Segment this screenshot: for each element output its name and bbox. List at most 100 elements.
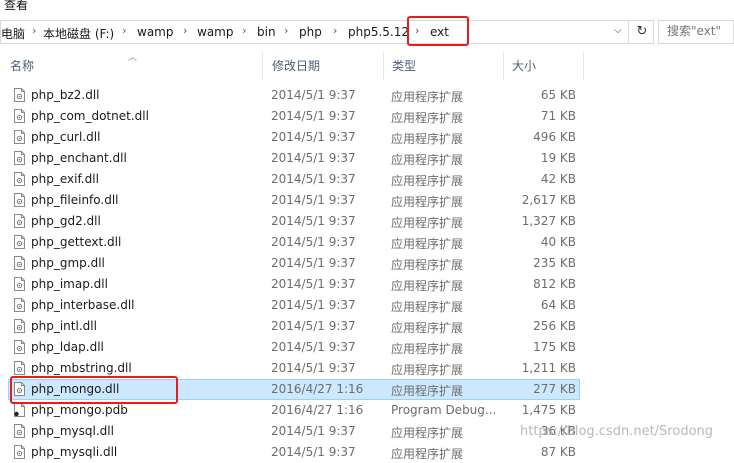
file-date: 2014/5/1 9:37 xyxy=(271,172,356,186)
file-size: 19 KB xyxy=(540,151,576,165)
file-size: 40 KB xyxy=(540,235,576,249)
file-row[interactable]: php_gmp.dll 2014/5/1 9:37 应用程序扩展 235 KB xyxy=(0,253,600,274)
file-size: 65 KB xyxy=(540,88,576,102)
file-size: 64 KB xyxy=(540,298,576,312)
file-name: php_ldap.dll xyxy=(31,340,104,354)
file-name: php_mysqli.dll xyxy=(31,445,118,459)
file-date: 2014/5/1 9:37 xyxy=(271,298,356,312)
file-name: php_imap.dll xyxy=(31,277,108,291)
file-type: 应用程序扩展 xyxy=(391,153,464,167)
file-size: 496 KB xyxy=(533,130,576,144)
file-type: 应用程序扩展 xyxy=(391,300,464,314)
file-size: 42 KB xyxy=(540,172,576,186)
chevron-down-icon[interactable]: ⌵ xyxy=(614,25,622,36)
file-size: 87 KB xyxy=(540,445,576,459)
file-date: 2014/5/1 9:37 xyxy=(271,277,356,291)
breadcrumb-wamp-inner[interactable]: wamp xyxy=(197,25,233,39)
file-type: Program Debug... xyxy=(391,403,497,417)
file-row[interactable]: php_mysql.dll 2014/5/1 9:37 应用程序扩展 36 KB xyxy=(0,421,600,442)
search-box[interactable] xyxy=(658,20,734,44)
menu-view[interactable]: 查看 xyxy=(4,0,28,13)
refresh-icon[interactable]: ↻ xyxy=(628,21,655,43)
file-date: 2014/5/1 9:37 xyxy=(271,214,356,228)
breadcrumb-separator[interactable]: › xyxy=(32,24,36,37)
address-bar[interactable]: 电脑 › 本地磁盘 (F:) › wamp › wamp › bin › php… xyxy=(0,20,654,44)
column-header-name[interactable]: 名称 xyxy=(0,52,262,80)
file-type: 应用程序扩展 xyxy=(391,90,464,104)
dll-file-icon xyxy=(14,424,25,438)
dll-file-icon xyxy=(14,109,25,123)
highlight-box-php-mongo xyxy=(10,376,178,404)
breadcrumb-separator[interactable]: › xyxy=(122,24,126,37)
file-date: 2014/5/1 9:37 xyxy=(271,193,356,207)
breadcrumb-bin[interactable]: bin xyxy=(257,25,276,39)
file-size: 71 KB xyxy=(540,109,576,123)
file-name: php_bz2.dll xyxy=(31,88,100,102)
file-row[interactable]: php_mysqli.dll 2014/5/1 9:37 应用程序扩展 87 KB xyxy=(0,442,600,463)
breadcrumb-separator[interactable]: › xyxy=(284,24,288,37)
file-row[interactable]: php_bz2.dll 2014/5/1 9:37 应用程序扩展 65 KB xyxy=(0,85,600,106)
dll-file-icon xyxy=(14,88,25,102)
file-row[interactable]: php_fileinfo.dll 2014/5/1 9:37 应用程序扩展 2,617… xyxy=(0,190,600,211)
file-date: 2014/5/1 9:37 xyxy=(271,88,356,102)
breadcrumb-separator[interactable]: › xyxy=(242,24,246,37)
file-name: php_gd2.dll xyxy=(31,214,101,228)
pdb-file-icon xyxy=(14,403,25,417)
search-input[interactable] xyxy=(659,21,734,41)
file-name: php_interbase.dll xyxy=(31,298,135,312)
file-name: php_com_dotnet.dll xyxy=(31,109,149,123)
file-size: 2,617 KB xyxy=(521,193,576,207)
file-type: 应用程序扩展 xyxy=(391,426,464,440)
dll-file-icon xyxy=(14,172,25,186)
breadcrumb-wamp[interactable]: wamp xyxy=(137,25,173,39)
file-name: php_mbstring.dll xyxy=(31,361,132,375)
file-size: 235 KB xyxy=(533,256,576,270)
breadcrumb-separator[interactable]: › xyxy=(333,24,337,37)
file-name: php_fileinfo.dll xyxy=(31,193,119,207)
breadcrumb-php5512[interactable]: php5.5.12 xyxy=(348,25,409,39)
highlight-box-ext xyxy=(407,16,469,46)
file-type: 应用程序扩展 xyxy=(391,447,464,461)
file-row[interactable]: php_intl.dll 2014/5/1 9:37 应用程序扩展 256 KB xyxy=(0,316,600,337)
file-size: 175 KB xyxy=(533,340,576,354)
watermark-text: https://blog.csdn.net/Srodong xyxy=(520,424,714,439)
column-divider[interactable] xyxy=(583,52,584,80)
file-type: 应用程序扩展 xyxy=(391,363,464,377)
file-row[interactable]: php_enchant.dll 2014/5/1 9:37 应用程序扩展 19 KB xyxy=(0,148,600,169)
column-header-type[interactable]: 类型 xyxy=(382,52,502,80)
file-name: php_curl.dll xyxy=(31,130,101,144)
file-name: php_mongo.pdb xyxy=(31,403,128,417)
file-type: 应用程序扩展 xyxy=(391,174,464,188)
breadcrumb-separator[interactable]: › xyxy=(183,24,187,37)
column-header-size[interactable]: 大小 xyxy=(502,52,582,80)
file-type: 应用程序扩展 xyxy=(391,111,464,125)
file-date: 2014/5/1 9:37 xyxy=(271,235,356,249)
dll-file-icon xyxy=(14,277,25,291)
dll-file-icon xyxy=(14,151,25,165)
file-date: 2014/5/1 9:37 xyxy=(271,445,356,459)
file-date: 2016/4/27 1:16 xyxy=(271,403,364,417)
file-row[interactable]: php_imap.dll 2014/5/1 9:37 应用程序扩展 812 KB xyxy=(0,274,600,295)
column-header-date[interactable]: 修改日期 xyxy=(262,52,382,80)
file-date: 2014/5/1 9:37 xyxy=(271,319,356,333)
breadcrumb-php[interactable]: php xyxy=(299,25,322,39)
file-date: 2014/5/1 9:37 xyxy=(271,424,356,438)
file-row[interactable]: php_curl.dll 2014/5/1 9:37 应用程序扩展 496 KB xyxy=(0,127,600,148)
file-type: 应用程序扩展 xyxy=(391,237,464,251)
file-row[interactable]: php_ldap.dll 2014/5/1 9:37 应用程序扩展 175 KB xyxy=(0,337,600,358)
breadcrumb-computer[interactable]: 电脑 xyxy=(1,25,25,42)
file-row[interactable]: php_exif.dll 2014/5/1 9:37 应用程序扩展 42 KB xyxy=(0,169,600,190)
dll-file-icon xyxy=(14,298,25,312)
file-type: 应用程序扩展 xyxy=(391,384,464,398)
dll-file-icon xyxy=(14,340,25,354)
file-row[interactable]: php_com_dotnet.dll 2014/5/1 9:37 应用程序扩展 71 … xyxy=(0,106,600,127)
dll-file-icon xyxy=(14,214,25,228)
file-row[interactable]: php_interbase.dll 2014/5/1 9:37 应用程序扩展 64 K… xyxy=(0,295,600,316)
dll-file-icon xyxy=(14,235,25,249)
file-name: php_gmp.dll xyxy=(31,256,105,270)
file-row[interactable]: php_gettext.dll 2014/5/1 9:37 应用程序扩展 40 KB xyxy=(0,232,600,253)
breadcrumb-drive[interactable]: 本地磁盘 (F:) xyxy=(43,25,114,42)
file-row[interactable]: php_gd2.dll 2014/5/1 9:37 应用程序扩展 1,327 KB xyxy=(0,211,600,232)
file-name: php_exif.dll xyxy=(31,172,99,186)
file-size: 812 KB xyxy=(533,277,576,291)
